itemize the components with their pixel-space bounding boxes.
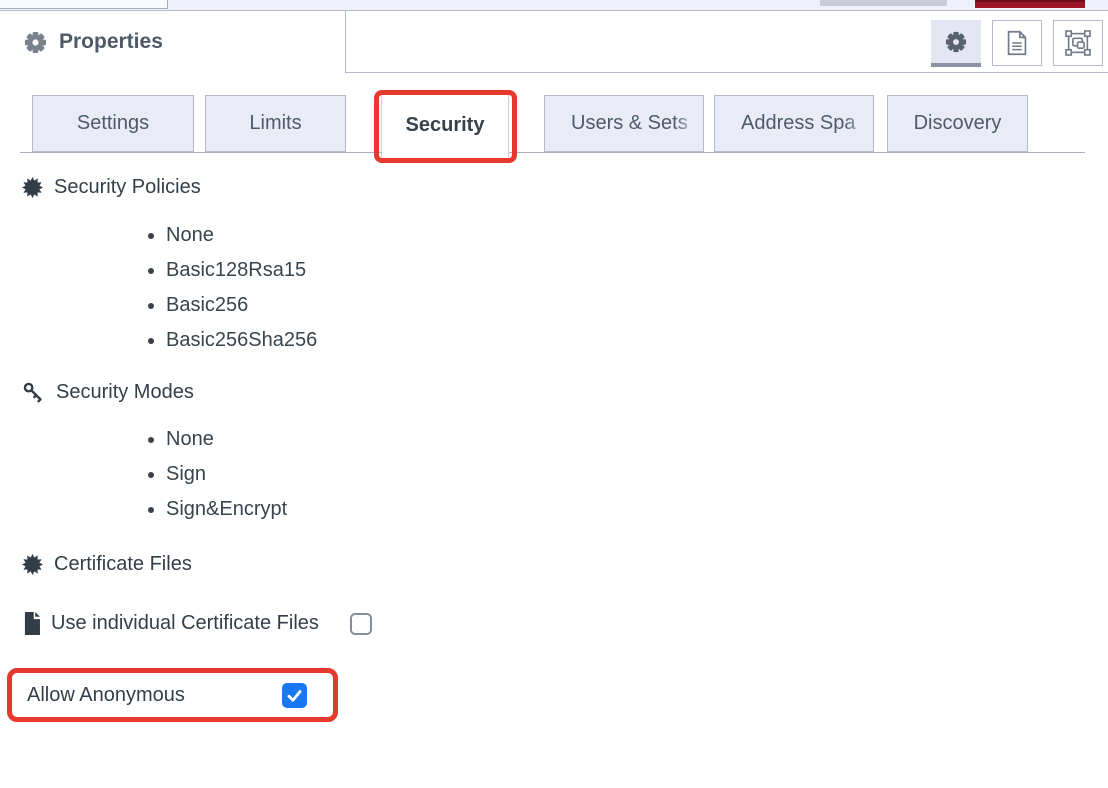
field-label: Allow Anonymous <box>27 684 185 707</box>
file-icon <box>22 612 42 635</box>
tab-address-space[interactable]: Address Spa <box>714 95 874 152</box>
header-divider <box>346 72 1108 73</box>
properties-view-button[interactable] <box>931 20 981 67</box>
gear-icon <box>945 31 967 53</box>
checkmark-icon <box>285 686 304 705</box>
tab-bar: Settings Limits Security Users & Sets Ad… <box>0 88 1108 168</box>
view-toolbar <box>931 20 1103 67</box>
properties-panel-tab[interactable]: Properties <box>0 11 346 73</box>
security-tab-content: Security Policies None Basic128Rsa15 Bas… <box>0 168 1108 788</box>
list-item: Sign <box>166 457 287 492</box>
diagram-view-button[interactable] <box>1053 20 1103 66</box>
gear-icon <box>24 31 47 54</box>
tab-bar-divider <box>20 152 1085 153</box>
tab-limits[interactable]: Limits <box>205 95 346 152</box>
security-modes-heading: Security Modes <box>22 381 194 404</box>
certificate-files-heading: Certificate Files <box>22 553 192 576</box>
individual-certificate-files-checkbox[interactable] <box>350 613 372 635</box>
partial-dropdown-remnant <box>0 0 168 9</box>
partial-gray-button <box>820 0 947 6</box>
certificate-seal-icon <box>22 554 43 575</box>
key-icon <box>22 381 45 404</box>
document-icon <box>1002 28 1032 58</box>
allow-anonymous-checkbox[interactable] <box>282 683 307 708</box>
list-item: Basic128Rsa15 <box>166 253 317 288</box>
tab-discovery[interactable]: Discovery <box>887 95 1028 152</box>
list-item: None <box>166 218 317 253</box>
security-policies-list: None Basic128Rsa15 Basic256 Basic256Sha2… <box>0 218 317 358</box>
list-item: Basic256Sha256 <box>166 323 317 358</box>
tab-users-settings[interactable]: Users & Sets <box>544 95 704 152</box>
section-title: Security Modes <box>56 381 194 404</box>
individual-certificate-files-row: Use individual Certificate Files <box>22 612 372 635</box>
certificate-seal-icon <box>22 177 43 198</box>
security-modes-list: None Sign Sign&Encrypt <box>0 422 287 527</box>
object-frame-icon <box>1063 28 1093 58</box>
list-item: Basic256 <box>166 288 317 323</box>
tab-security[interactable]: Security <box>381 93 509 157</box>
section-title: Security Policies <box>54 176 201 199</box>
panel-title: Properties <box>59 30 163 54</box>
tab-settings[interactable]: Settings <box>32 95 194 152</box>
allow-anonymous-highlight-annotation: Allow Anonymous <box>7 668 338 722</box>
field-label: Use individual Certificate Files <box>51 612 319 635</box>
document-view-button[interactable] <box>992 20 1042 66</box>
top-partial-strip <box>0 0 1108 11</box>
list-item: Sign&Encrypt <box>166 492 287 527</box>
list-item: None <box>166 422 287 457</box>
partial-red-button[interactable] <box>975 0 1085 8</box>
security-policies-heading: Security Policies <box>22 176 201 199</box>
section-title: Certificate Files <box>54 553 192 576</box>
header-row: Properties <box>0 11 1108 73</box>
